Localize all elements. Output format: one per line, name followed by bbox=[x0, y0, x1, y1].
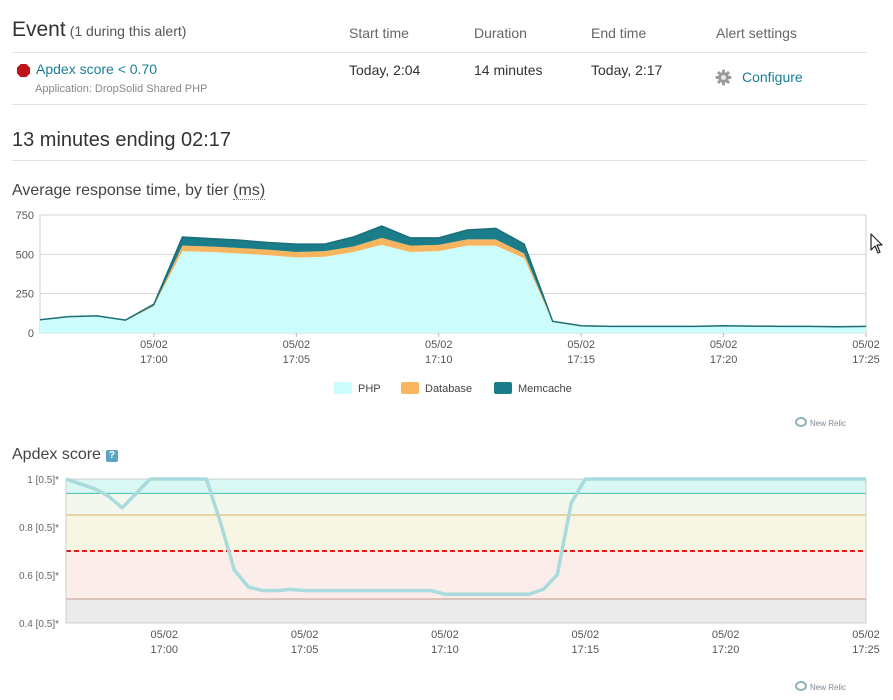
new-relic-credit-apdex[interactable]: New Relic bbox=[795, 681, 846, 692]
section-title: 13 minutes ending 02:17 bbox=[12, 129, 232, 151]
x-tick-time: 17:15 bbox=[572, 644, 600, 656]
response-time-chart: 0 250 500 750 05/02 17:00 05/02 17:05 05/02 17:10… bbox=[16, 210, 880, 366]
x-tick-time: 17:25 bbox=[852, 644, 880, 656]
x-tick-date: 05/02 bbox=[710, 339, 738, 351]
x-tick-date: 05/02 bbox=[572, 629, 600, 641]
response-chart-unit: (ms) bbox=[233, 182, 266, 200]
database-swatch bbox=[401, 382, 419, 394]
event-header-subtitle: (1 during this alert) bbox=[69, 23, 187, 39]
x-tick-time: 17:00 bbox=[150, 644, 178, 656]
duration-value: 14 minutes bbox=[474, 62, 543, 78]
gear-icon[interactable] bbox=[715, 69, 732, 86]
x-tick-date: 05/02 bbox=[425, 339, 453, 351]
legend-item-memcache[interactable]: Memcache bbox=[494, 382, 572, 395]
legend-item-database[interactable]: Database bbox=[401, 382, 472, 395]
duration-header: Duration bbox=[474, 25, 527, 41]
x-tick-date: 05/02 bbox=[567, 339, 595, 351]
x-tick-date: 05/02 bbox=[150, 629, 178, 641]
apdex-band bbox=[66, 551, 866, 599]
apdex-title-text: Apdex score bbox=[12, 446, 101, 463]
x-tick-time: 17:25 bbox=[852, 354, 880, 366]
event-header: Event (1 during this alert) bbox=[12, 18, 186, 42]
alert-settings-header: Alert settings bbox=[716, 25, 797, 41]
end-time-value: Today, 2:17 bbox=[591, 62, 663, 78]
x-tick-time: 17:20 bbox=[710, 354, 738, 366]
y-tick-label: 750 bbox=[16, 210, 34, 222]
apdex-band bbox=[66, 515, 866, 551]
response-chart-title: Average response time, by tier (ms) bbox=[12, 182, 266, 200]
x-tick-time: 17:15 bbox=[567, 354, 595, 366]
y-tick-label: 500 bbox=[16, 249, 34, 261]
start-time-value: Today, 2:04 bbox=[349, 62, 421, 78]
y-tick-label: 250 bbox=[16, 289, 34, 301]
apdex-band bbox=[66, 493, 866, 515]
x-tick-time: 17:05 bbox=[283, 354, 311, 366]
new-relic-logo-icon bbox=[795, 681, 807, 691]
response-chart-title-text: Average response time, by tier bbox=[12, 182, 234, 199]
y-tick-label: 0.4 [0.5]* bbox=[19, 619, 59, 630]
legend-label-database: Database bbox=[425, 383, 473, 395]
y-tick-label: 0 bbox=[28, 328, 34, 340]
x-tick-date: 05/02 bbox=[140, 339, 168, 351]
y-tick-label: 1 [0.5]* bbox=[27, 475, 59, 486]
legend-label-php: PHP bbox=[358, 383, 381, 395]
x-tick-date: 05/02 bbox=[852, 629, 880, 641]
memcache-swatch bbox=[494, 382, 512, 394]
event-header-title: Event bbox=[12, 18, 66, 41]
application-name: Application: DropSolid Shared PHP bbox=[35, 83, 208, 95]
new-relic-credit-apdex-text: New Relic bbox=[810, 683, 847, 692]
end-time-header: End time bbox=[591, 25, 647, 41]
y-tick-label: 0.8 [0.5]* bbox=[19, 523, 59, 534]
new-relic-credit-text: New Relic bbox=[810, 419, 847, 428]
x-tick-date: 05/02 bbox=[852, 339, 880, 351]
apdex-chart-title: Apdex score? bbox=[12, 446, 118, 464]
x-tick-time: 17:20 bbox=[712, 644, 740, 656]
new-relic-logo-icon bbox=[795, 417, 807, 427]
stop-icon bbox=[16, 63, 31, 78]
legend-item-php[interactable]: PHP bbox=[334, 382, 381, 395]
start-time-header: Start time bbox=[349, 25, 409, 41]
configure-link[interactable]: Configure bbox=[742, 69, 803, 85]
event-link[interactable]: Apdex score < 0.70 bbox=[36, 61, 157, 77]
header-divider bbox=[12, 52, 867, 53]
event-divider bbox=[12, 104, 867, 105]
x-tick-time: 17:05 bbox=[291, 644, 319, 656]
x-tick-time: 17:00 bbox=[140, 354, 168, 366]
x-tick-time: 17:10 bbox=[431, 644, 459, 656]
legend-label-memcache: Memcache bbox=[518, 383, 572, 395]
apdex-band bbox=[66, 599, 866, 623]
section-divider bbox=[12, 160, 867, 161]
php-swatch bbox=[334, 382, 352, 394]
x-tick-time: 17:10 bbox=[425, 354, 453, 366]
mouse-cursor-icon bbox=[870, 233, 883, 254]
apdex-chart: 1 [0.5]* 0.8 [0.5]* 0.6 [0.5]* 0.4 [0.5]* 05… bbox=[19, 475, 880, 656]
help-icon[interactable]: ? bbox=[105, 450, 118, 462]
x-tick-date: 05/02 bbox=[291, 629, 319, 641]
apdex-band bbox=[66, 479, 866, 494]
x-tick-date: 05/02 bbox=[283, 339, 311, 351]
new-relic-credit[interactable]: New Relic bbox=[795, 417, 846, 428]
y-tick-label: 0.6 [0.5]* bbox=[19, 571, 59, 582]
x-tick-date: 05/02 bbox=[431, 629, 459, 641]
x-tick-date: 05/02 bbox=[712, 629, 740, 641]
